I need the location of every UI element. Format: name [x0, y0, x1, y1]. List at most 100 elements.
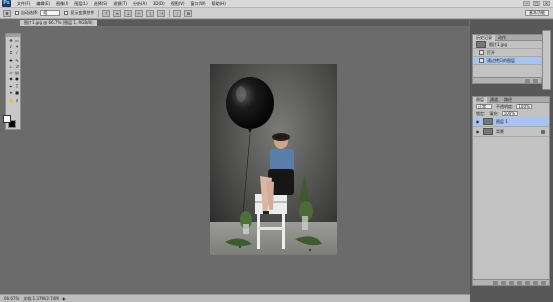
auto-select-label: 自动选择:: [21, 10, 39, 15]
show-transform-label: 显示变换控件: [70, 10, 95, 15]
adjustment-layer-icon[interactable]: [517, 280, 522, 285]
dodge-icon[interactable]: ●: [14, 76, 20, 81]
new-snapshot-icon[interactable]: [525, 78, 530, 83]
show-transform-checkbox[interactable]: [64, 11, 69, 15]
layer-thumbnail: [483, 118, 493, 125]
new-document-icon[interactable]: [533, 78, 538, 83]
document-canvas[interactable]: [210, 64, 337, 255]
eye-icon[interactable]: ◉: [475, 119, 480, 124]
distribute-icon[interactable]: ⋮: [173, 9, 182, 17]
layer-name: 图层 1: [496, 118, 508, 124]
layer-name: 背景: [496, 128, 504, 134]
layer-row[interactable]: ◉ 背景: [473, 127, 549, 137]
align-left-icon[interactable]: ⊢: [135, 9, 144, 17]
blend-mode-dropdown[interactable]: 正常: [476, 104, 492, 109]
history-snapshot[interactable]: 图片1.jpg: [473, 41, 549, 49]
layer-thumbnail: [483, 128, 493, 135]
layers-panel: 图层 通道 路径 正常 不透明度: 100% 锁定: 填充: 100% ◉ 图层…: [472, 96, 550, 286]
magic-wand-icon[interactable]: ✦: [14, 44, 20, 49]
menu-analysis[interactable]: 分析(A): [133, 1, 147, 7]
align-bottom-icon[interactable]: ⊥: [124, 9, 133, 17]
lock-icon: [541, 129, 545, 134]
zoom-level[interactable]: 66.67%: [4, 296, 19, 301]
document-size: 文档:1.37M/2.74M: [23, 295, 59, 301]
type-icon[interactable]: T: [14, 84, 20, 89]
auto-select-checkbox[interactable]: [15, 11, 19, 15]
menu-filter[interactable]: 滤镜(T): [113, 1, 127, 7]
history-item-label: 通过拷贝的图层: [487, 57, 515, 63]
move-tool-preset-icon[interactable]: ✥: [3, 9, 11, 17]
layers-panel-footer: [473, 279, 549, 285]
photoshop-logo: Ps: [2, 0, 11, 7]
eyedropper-icon[interactable]: ⁄: [14, 50, 20, 55]
history-item[interactable]: 打开: [473, 49, 549, 57]
new-layer-icon[interactable]: [533, 280, 538, 285]
align-middle-icon[interactable]: ≡: [113, 9, 122, 17]
window-controls: − □ ×: [523, 1, 550, 6]
fill-input[interactable]: 100%: [501, 111, 518, 116]
photoshop-window: Ps 文件(F) 编辑(E) 图像(I) 图层(L) 选择(S) 滤镜(T) 分…: [0, 0, 553, 302]
maximize-button[interactable]: □: [533, 1, 540, 6]
menu-help[interactable]: 帮助(H): [212, 1, 226, 7]
menu-edit[interactable]: 编辑(E): [36, 1, 50, 7]
history-brush-icon[interactable]: ↺: [14, 64, 20, 69]
foreground-color-swatch[interactable]: [3, 115, 11, 123]
snapshot-thumbnail: [476, 41, 486, 48]
workspace-switcher[interactable]: 基本功能: [525, 10, 549, 16]
tab-channels[interactable]: 通道: [487, 97, 501, 103]
toolbox-header[interactable]: [6, 34, 20, 37]
history-panel-footer: [473, 77, 549, 83]
options-divider: [98, 9, 100, 17]
eye-icon[interactable]: ◉: [475, 129, 480, 134]
history-panel: 历史记录 动作 图片1.jpg 打开 通过拷贝的图层: [472, 34, 550, 84]
options-divider: [169, 9, 171, 17]
menu-image[interactable]: 图像(I): [56, 1, 68, 7]
menu-layer[interactable]: 图层(L): [74, 1, 87, 7]
layer-mask-icon[interactable]: [509, 280, 514, 285]
shape-icon[interactable]: ■: [14, 90, 20, 95]
menu-window[interactable]: 窗口(W): [191, 1, 206, 7]
opacity-input[interactable]: 100%: [516, 104, 533, 109]
new-group-icon[interactable]: [525, 280, 530, 285]
marquee-icon[interactable]: ▭: [14, 38, 20, 43]
minimize-button[interactable]: −: [523, 1, 530, 6]
menu-3d[interactable]: 3D(D): [153, 1, 165, 6]
close-button[interactable]: ×: [543, 1, 550, 6]
panel-dock: 历史记录 动作 图片1.jpg 打开 通过拷贝的图层 图层 通道 路径 正常 不…: [470, 20, 553, 302]
tab-actions[interactable]: 动作: [495, 35, 509, 41]
layer-row[interactable]: ◉ 图层 1: [473, 117, 549, 127]
menu-select[interactable]: 选择(S): [94, 1, 108, 7]
align-center-icon[interactable]: ∣: [146, 9, 155, 17]
photo-image: [210, 64, 337, 255]
align-top-icon[interactable]: ⊤: [102, 9, 111, 17]
tab-paths[interactable]: 路径: [501, 97, 515, 103]
tab-layers[interactable]: 图层: [473, 96, 487, 103]
collapsed-panel-icons: [542, 30, 551, 90]
history-state-icon: [479, 58, 484, 63]
opacity-label: 不透明度:: [496, 103, 514, 109]
brush-icon[interactable]: ✎: [14, 58, 20, 63]
snapshot-label: 图片1.jpg: [489, 41, 508, 47]
layer-style-icon[interactable]: [501, 280, 506, 285]
menu-file[interactable]: 文件(F): [17, 1, 30, 7]
align-right-icon[interactable]: ⊣: [157, 9, 166, 17]
options-bar: ✥ 自动选择: 组 显示变换控件 ⊤ ≡ ⊥ ⊢ ∣ ⊣ ⋮ ⊞ 基本功能: [0, 8, 553, 19]
history-item[interactable]: 通过拷贝的图层: [473, 57, 549, 65]
status-bar: 66.67% 文档:1.37M/2.74M ▶: [0, 294, 470, 302]
blend-row: 正常 不透明度: 100%: [473, 103, 549, 110]
trash-icon[interactable]: [541, 280, 546, 285]
zoom-icon[interactable]: ⚲: [14, 98, 20, 103]
gradient-icon[interactable]: ▤: [14, 70, 20, 75]
menu-view[interactable]: 视图(V): [171, 1, 185, 7]
fill-label: 填充:: [489, 110, 499, 116]
history-item-label: 打开: [487, 49, 495, 55]
lock-label: 锁定:: [476, 110, 486, 116]
auto-align-icon[interactable]: ⊞: [184, 9, 193, 17]
lock-row: 锁定: 填充: 100%: [473, 110, 549, 117]
status-menu-arrow-icon[interactable]: ▶: [63, 296, 66, 301]
menu-bar: Ps 文件(F) 编辑(E) 图像(I) 图层(L) 选择(S) 滤镜(T) 分…: [0, 0, 553, 8]
history-state-icon: [479, 50, 484, 55]
tab-history[interactable]: 历史记录: [473, 34, 495, 41]
auto-select-dropdown[interactable]: 组: [40, 10, 61, 16]
link-layers-icon[interactable]: [493, 280, 498, 285]
